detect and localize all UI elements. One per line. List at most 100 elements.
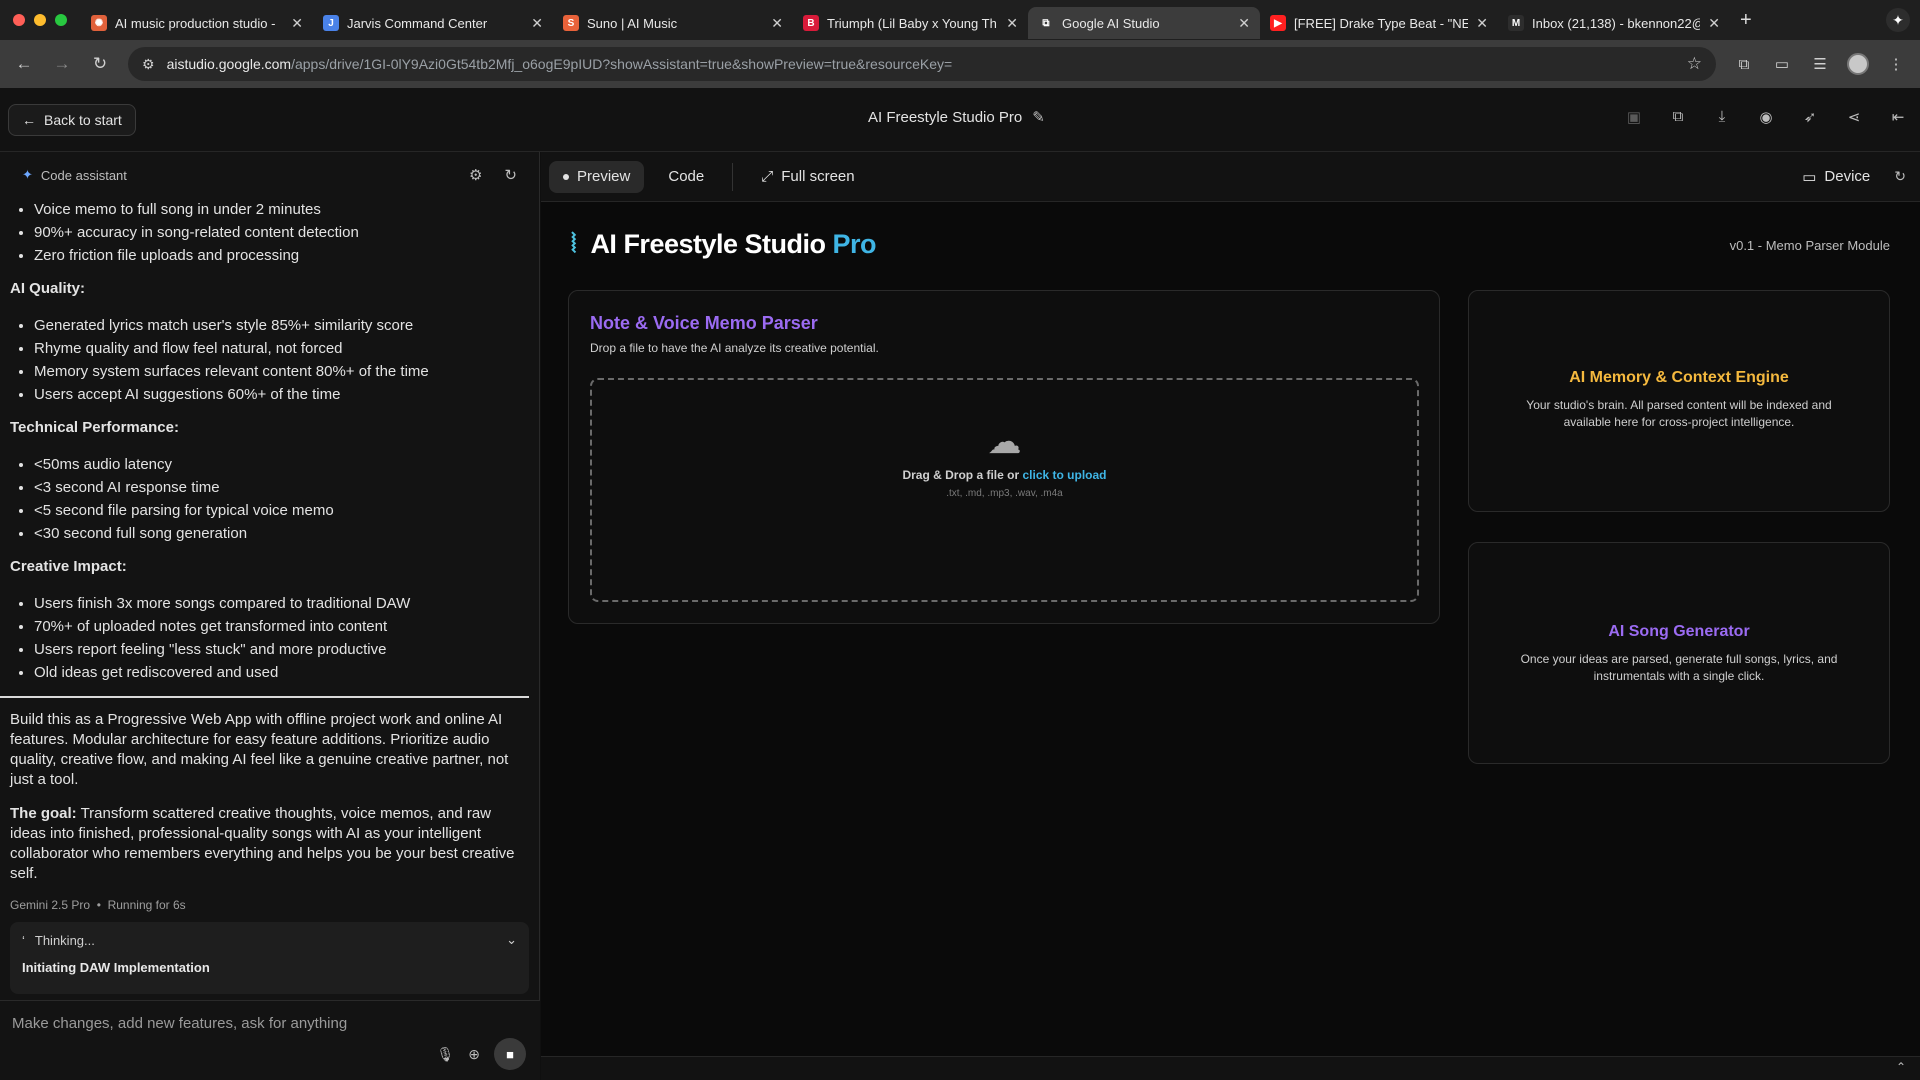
- tab-close-icon[interactable]: ✕: [771, 15, 783, 32]
- app-title-text: AI Freestyle Studio Pro: [868, 108, 1023, 126]
- back-arrow-icon[interactable]: ←: [8, 48, 40, 80]
- refresh-chat-icon[interactable]: ↻: [504, 166, 517, 184]
- collapse-panel-icon[interactable]: ⇤: [1886, 108, 1910, 126]
- tab-close-icon[interactable]: ✕: [1708, 15, 1720, 32]
- memory-engine-card: AI Memory & Context Engine Your studio's…: [1468, 290, 1890, 512]
- click-to-upload-link[interactable]: click to upload: [1023, 468, 1107, 482]
- model-status: Gemini 2.5 Pro • Running for 6s: [10, 898, 186, 912]
- url-domain: aistudio.google.com: [166, 56, 292, 72]
- device-button[interactable]: ▭ Device: [1788, 161, 1884, 193]
- preview-panel: Preview Code ⤢ Full screen ▭ Device ↻ ⦚ AI…: [541, 152, 1920, 1080]
- browser-tab[interactable]: B Triumph (Lil Baby x Young Th ✕: [793, 7, 1028, 39]
- cast-icon[interactable]: ▭: [1766, 48, 1798, 80]
- tab-close-icon[interactable]: ✕: [1238, 15, 1250, 32]
- studio-name-pro: Pro: [832, 228, 877, 259]
- extensions-icon[interactable]: ⧉: [1728, 48, 1760, 80]
- minimize-window-button[interactable]: [34, 14, 46, 26]
- reading-list-icon[interactable]: ☰: [1804, 48, 1836, 80]
- download-icon[interactable]: ⤓: [1710, 108, 1734, 126]
- close-window-button[interactable]: [13, 14, 25, 26]
- bookmark-star-icon[interactable]: ☆: [1687, 54, 1702, 74]
- reload-preview-icon[interactable]: ↻: [1894, 168, 1906, 185]
- tab-close-icon[interactable]: ✕: [1476, 15, 1488, 32]
- memory-engine-description: Your studio's brain. All parsed content …: [1526, 398, 1832, 429]
- fullscreen-label: Full screen: [781, 168, 855, 185]
- save-icon[interactable]: ▣: [1622, 108, 1646, 126]
- tab-favicon-icon: B: [803, 15, 819, 31]
- list-item: Memory system surfaces relevant content …: [34, 360, 529, 383]
- profile-avatar[interactable]: [1842, 48, 1874, 80]
- list-item: Voice memo to full song in under 2 minut…: [34, 198, 529, 221]
- prompt-input-box[interactable]: Make changes, add new features, ask for …: [0, 1000, 540, 1080]
- studio-name-main: AI Freestyle Studio: [590, 228, 826, 259]
- pwa-paragraph: Build this as a Progressive Web App with…: [10, 711, 509, 788]
- browser-tab[interactable]: ▶ [FREE] Drake Type Beat - "NE ✕: [1260, 7, 1498, 39]
- device-label: Device: [1824, 168, 1871, 185]
- chevron-up-icon[interactable]: ⌃: [1896, 1060, 1906, 1074]
- tab-close-icon[interactable]: ✕: [531, 15, 543, 32]
- list-item: Users report feeling "less stuck" and mo…: [34, 638, 529, 661]
- fullscreen-button[interactable]: ⤢ Full screen: [747, 161, 868, 193]
- tab-favicon-icon: ▶: [1270, 15, 1286, 31]
- tab-favicon-icon: S: [563, 15, 579, 31]
- browser-tab[interactable]: J Jarvis Command Center ✕: [313, 7, 553, 39]
- thinking-panel[interactable]: ‘ Thinking... ⌄ Initiating DAW Implement…: [10, 922, 529, 994]
- tab-code[interactable]: Code: [654, 161, 718, 193]
- expand-icon: ⤢: [761, 168, 774, 185]
- github-icon[interactable]: ◉: [1754, 108, 1778, 126]
- browser-tab[interactable]: ✺ AI music production studio - ✕: [81, 7, 313, 39]
- tab-favicon-icon: ⧉: [1038, 15, 1054, 31]
- divider: [0, 696, 529, 698]
- reload-icon[interactable]: ↻: [84, 48, 116, 80]
- goal-paragraph: The goal: Transform scattered creative t…: [10, 804, 529, 884]
- current-step: Initiating DAW Implementation: [22, 960, 210, 975]
- drop-text: Drag & Drop a file or: [902, 468, 1023, 482]
- tab-title: Jarvis Command Center: [347, 15, 488, 31]
- section-technical-performance: Technical Performance:: [10, 419, 179, 436]
- deploy-rocket-icon[interactable]: ➶: [1798, 108, 1822, 126]
- device-icon: ▭: [1802, 168, 1817, 186]
- tab-title: Triumph (Lil Baby x Young Th: [827, 15, 997, 31]
- chevron-down-icon[interactable]: ⌄: [506, 932, 517, 948]
- header-actions: ▣ ⧉ ⤓ ◉ ➶ ⋖ ⇤: [1622, 108, 1910, 126]
- preview-toolbar: Preview Code ⤢ Full screen ▭ Device ↻: [541, 152, 1920, 202]
- tab-title: AI music production studio -: [115, 15, 276, 31]
- tab-close-icon[interactable]: ✕: [291, 15, 303, 32]
- url-text[interactable]: aistudio.google.com/apps/drive/1GI-0lY9A…: [167, 56, 1675, 72]
- cloud-upload-icon: ☁: [987, 423, 1022, 461]
- list-item: 70%+ of uploaded notes get transformed i…: [34, 615, 529, 638]
- chat-transcript: Voice memo to full song in under 2 minut…: [0, 198, 539, 884]
- browser-tab[interactable]: M Inbox (21,138) - bkennon22@ ✕: [1498, 7, 1730, 39]
- stop-generation-button[interactable]: ■: [494, 1038, 526, 1070]
- microphone-icon[interactable]: 🎙: [436, 1046, 454, 1063]
- share-icon[interactable]: ⋖: [1842, 108, 1866, 126]
- tab-code-label: Code: [668, 168, 705, 185]
- gemini-icon[interactable]: ✦: [1886, 8, 1910, 32]
- song-generator-title: AI Song Generator: [1608, 623, 1750, 640]
- back-to-start-button[interactable]: ← Back to start: [8, 103, 136, 136]
- address-toolbar: ← → ↻ ⚙ aistudio.google.com/apps/drive/1…: [0, 40, 1920, 88]
- add-attachment-icon[interactable]: ⊕: [468, 1046, 480, 1063]
- url-bar[interactable]: ⚙ aistudio.google.com/apps/drive/1GI-0lY…: [128, 47, 1716, 81]
- browser-menu-icon[interactable]: ⋮: [1880, 48, 1912, 80]
- copy-app-icon[interactable]: ⧉: [1666, 108, 1690, 126]
- tab-preview[interactable]: Preview: [549, 160, 645, 193]
- tab-close-icon[interactable]: ✕: [1006, 15, 1018, 32]
- edit-pencil-icon[interactable]: ✎: [1032, 108, 1045, 126]
- app-header: ← Back to start AI Freestyle Studio Pro …: [0, 88, 1920, 152]
- tab-title: Google AI Studio: [1062, 15, 1160, 31]
- file-drop-zone[interactable]: ☁ Drag & Drop a file or click to upload …: [590, 378, 1419, 602]
- tab-favicon-icon: J: [323, 15, 339, 31]
- browser-tab[interactable]: S Suno | AI Music ✕: [553, 7, 793, 39]
- version-label: v0.1 - Memo Parser Module: [1729, 238, 1890, 253]
- sparkle-icon: ✦: [22, 167, 33, 182]
- new-tab-button[interactable]: +: [1740, 9, 1752, 32]
- forward-arrow-icon[interactable]: →: [46, 48, 78, 80]
- waveform-logo-icon: ⦚: [571, 228, 577, 258]
- list-item: Generated lyrics match user's style 85%+…: [34, 314, 529, 337]
- site-info-icon[interactable]: ⚙: [142, 56, 155, 73]
- settings-gear-icon[interactable]: ⚙: [469, 166, 482, 184]
- metrics-list-technical: <50ms audio latency<3 second AI response…: [10, 453, 529, 545]
- browser-tab[interactable]: ⧉ Google AI Studio ✕: [1028, 7, 1260, 39]
- zoom-window-button[interactable]: [55, 14, 67, 26]
